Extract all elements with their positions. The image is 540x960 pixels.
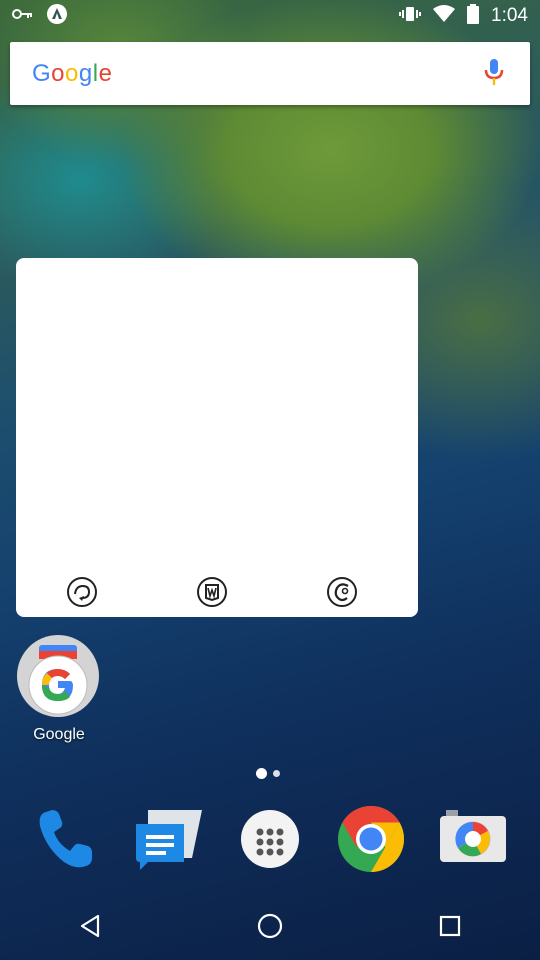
google-search-bar[interactable]: Google xyxy=(10,42,530,105)
phone-icon[interactable] xyxy=(32,804,102,874)
recents-button[interactable] xyxy=(420,898,480,958)
refresh-icon[interactable] xyxy=(66,576,98,608)
app-google[interactable]: Google xyxy=(17,635,101,744)
wifi-icon xyxy=(433,4,456,28)
messages-icon[interactable] xyxy=(134,804,204,874)
recents-icon xyxy=(438,914,462,943)
home-icon xyxy=(256,912,284,945)
page-dot-active xyxy=(256,768,267,779)
key-icon xyxy=(12,7,34,26)
vpn-icon xyxy=(46,3,68,30)
back-button[interactable] xyxy=(60,898,120,958)
navigation-bar xyxy=(0,896,540,960)
back-icon xyxy=(78,914,102,943)
widget-panel xyxy=(16,258,418,617)
app-label: Google xyxy=(33,726,85,743)
copyright-icon[interactable] xyxy=(326,576,358,608)
mic-icon[interactable] xyxy=(484,59,504,92)
status-right: 1:04 xyxy=(399,3,528,29)
bookmark-icon[interactable] xyxy=(196,576,228,608)
status-left xyxy=(12,3,68,30)
chrome-icon[interactable] xyxy=(336,804,406,874)
page-dot xyxy=(273,770,280,777)
status-bar: 1:04 xyxy=(0,0,540,32)
status-time: 1:04 xyxy=(491,5,528,26)
google-search-icon xyxy=(17,635,99,717)
home-button[interactable] xyxy=(240,898,300,958)
battery-icon xyxy=(467,3,480,29)
camera-icon[interactable] xyxy=(438,804,508,874)
google-logo: Google xyxy=(32,59,113,87)
vibrate-icon xyxy=(399,5,422,28)
page-indicator xyxy=(256,768,280,779)
app-drawer-icon[interactable] xyxy=(236,804,306,874)
